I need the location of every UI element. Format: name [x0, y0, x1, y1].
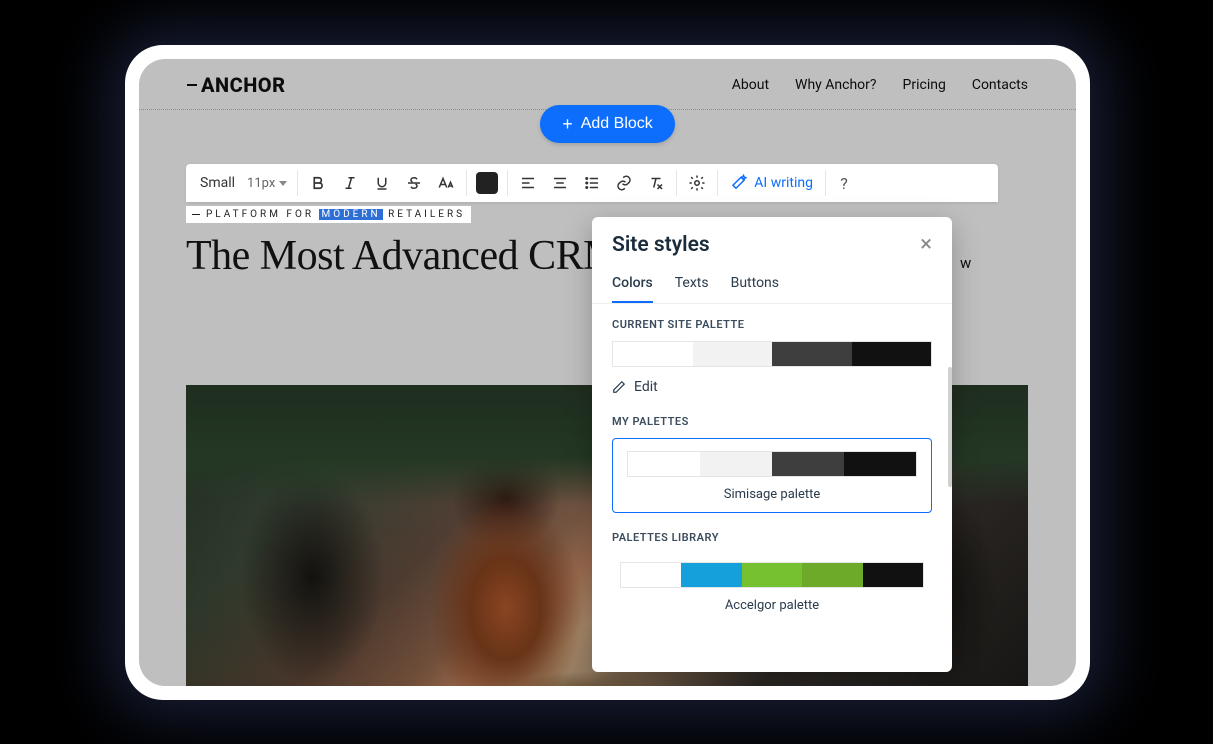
help-button[interactable]: ? — [830, 174, 858, 193]
bold-button[interactable] — [302, 167, 334, 199]
my-palette-name: Simisage palette — [627, 487, 917, 502]
link-button[interactable] — [608, 167, 640, 199]
align-left-icon — [519, 174, 537, 192]
underline-button[interactable] — [366, 167, 398, 199]
ai-writing-label: AI writing — [754, 175, 813, 191]
text-color-button[interactable] — [471, 167, 503, 199]
eyebrow-highlight: MODERN — [319, 209, 382, 220]
brand-text: ANCHOR — [201, 73, 286, 97]
color-swatch — [628, 452, 700, 476]
style-select-label: Small — [200, 175, 235, 191]
align-center-icon — [551, 174, 569, 192]
eyebrow-text[interactable]: PLATFORM FOR MODERN RETAILERS — [186, 206, 471, 223]
magic-wand-icon — [730, 174, 748, 192]
toolbar-separator — [507, 170, 508, 196]
color-swatch — [772, 452, 844, 476]
edit-label: Edit — [634, 379, 658, 395]
color-swatch — [681, 563, 741, 587]
color-swatch — [852, 342, 932, 366]
pencil-icon — [612, 380, 626, 394]
library-palette-swatches — [620, 562, 924, 588]
color-swatch — [844, 452, 916, 476]
screen: ANCHOR About Why Anchor? Pricing Contact… — [139, 59, 1076, 686]
nav-contacts[interactable]: Contacts — [972, 77, 1028, 93]
library-palette-name: Accelgor palette — [620, 598, 924, 613]
plus-icon: + — [562, 115, 573, 133]
device-frame: ANCHOR About Why Anchor? Pricing Contact… — [125, 45, 1090, 700]
nav-pricing[interactable]: Pricing — [903, 77, 946, 93]
font-size-value: 11px — [247, 176, 275, 191]
align-left-button[interactable] — [512, 167, 544, 199]
font-size-select[interactable]: 11px — [241, 176, 293, 191]
popover-body: CURRENT SITE PALETTE Edit MY PALETTES Si… — [592, 304, 952, 672]
scrollbar[interactable] — [948, 367, 952, 487]
toolbar-separator — [825, 170, 826, 196]
color-swatch — [802, 563, 862, 587]
my-palettes-label: MY PALETTES — [612, 415, 932, 428]
settings-button[interactable] — [681, 167, 713, 199]
my-palette-swatches — [627, 451, 917, 477]
close-button[interactable]: × — [920, 234, 932, 256]
add-block-wrap: + Add Block — [139, 105, 1076, 143]
tab-colors[interactable]: Colors — [612, 269, 653, 303]
color-swatch — [863, 563, 923, 587]
popover-title: Site styles — [612, 233, 710, 257]
nav-why-anchor[interactable]: Why Anchor? — [795, 77, 876, 93]
brand-logo[interactable]: ANCHOR — [187, 73, 286, 97]
popover-tabs: Colors Texts Buttons — [592, 265, 952, 304]
color-swatch — [693, 342, 773, 366]
strikethrough-button[interactable] — [398, 167, 430, 199]
popover-header: Site styles × — [592, 217, 952, 265]
library-palette-card[interactable]: Accelgor palette — [612, 554, 932, 619]
dash-icon — [192, 214, 200, 215]
style-select[interactable]: Small — [194, 175, 241, 191]
color-swatch — [772, 342, 852, 366]
color-swatch — [742, 563, 802, 587]
color-chip-icon — [476, 172, 498, 194]
ai-writing-button[interactable]: AI writing — [722, 174, 821, 192]
eyebrow-pre: PLATFORM FOR — [206, 209, 319, 220]
add-block-label: Add Block — [581, 115, 653, 133]
underline-icon — [373, 174, 391, 192]
toolbar-separator — [676, 170, 677, 196]
toolbar-separator — [466, 170, 467, 196]
brand-dash-icon — [187, 84, 197, 86]
tab-texts[interactable]: Texts — [675, 269, 709, 303]
clear-format-icon — [647, 174, 665, 192]
color-swatch — [621, 563, 681, 587]
eyebrow-post: RETAILERS — [383, 209, 465, 220]
color-swatch — [613, 342, 693, 366]
nav-about[interactable]: About — [732, 77, 769, 93]
text-toolbar: Small 11px — [186, 164, 998, 202]
list-button[interactable] — [576, 167, 608, 199]
bold-icon — [309, 174, 327, 192]
chevron-down-icon — [279, 181, 287, 186]
current-palette-swatches[interactable] — [612, 341, 932, 367]
close-icon: × — [920, 232, 932, 257]
align-center-button[interactable] — [544, 167, 576, 199]
edit-palette-button[interactable]: Edit — [612, 379, 932, 395]
my-palette-card[interactable]: Simisage palette — [612, 438, 932, 513]
toolbar-separator — [297, 170, 298, 196]
site-styles-popover: Site styles × Colors Texts Buttons CURRE… — [592, 217, 952, 672]
top-nav: About Why Anchor? Pricing Contacts — [732, 77, 1028, 93]
color-swatch — [700, 452, 772, 476]
palettes-library-label: PALETTES LIBRARY — [612, 531, 932, 544]
add-block-button[interactable]: + Add Block — [540, 105, 675, 143]
italic-icon — [341, 174, 359, 192]
site-header: ANCHOR About Why Anchor? Pricing Contact… — [139, 59, 1076, 109]
strikethrough-icon — [405, 174, 423, 192]
toolbar-separator — [717, 170, 718, 196]
clear-format-button[interactable] — [640, 167, 672, 199]
link-icon — [615, 174, 633, 192]
list-icon — [583, 174, 601, 192]
tab-buttons[interactable]: Buttons — [731, 269, 779, 303]
gear-icon — [688, 174, 706, 192]
current-palette-label: CURRENT SITE PALETTE — [612, 318, 932, 331]
italic-button[interactable] — [334, 167, 366, 199]
font-size-button[interactable] — [430, 167, 462, 199]
font-size-icon — [437, 174, 455, 192]
